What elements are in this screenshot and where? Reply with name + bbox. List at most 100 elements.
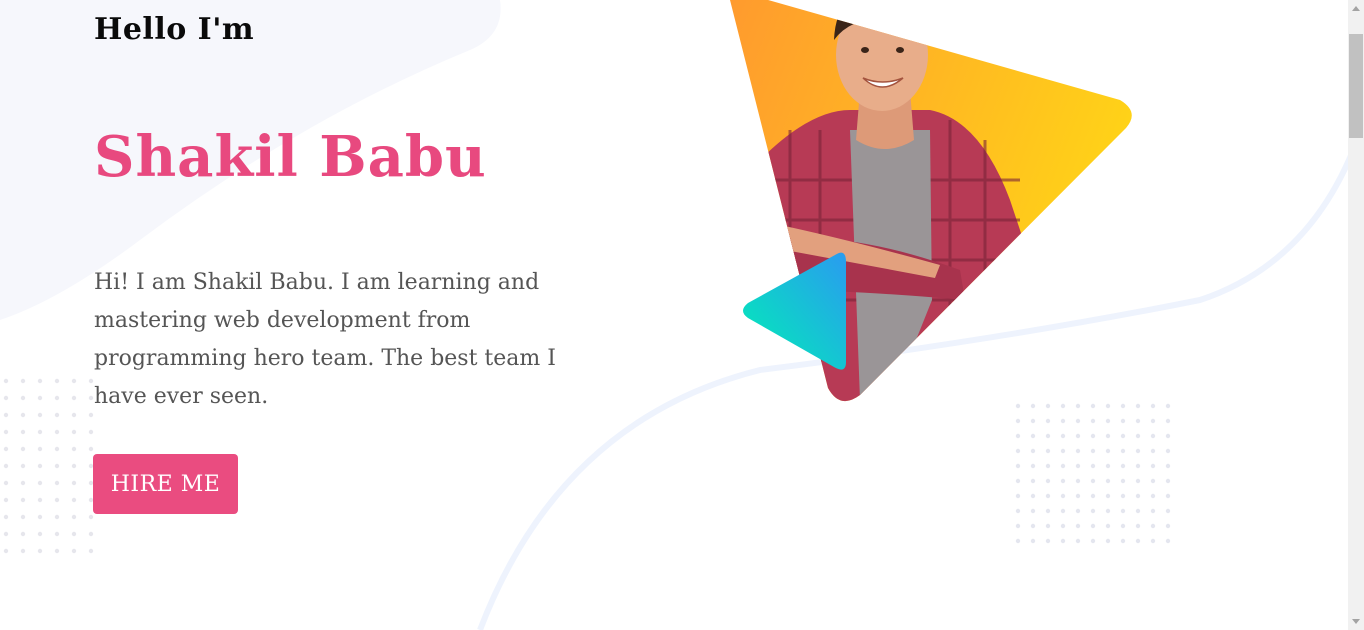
decorative-dot — [1165, 478, 1171, 484]
decorative-dot — [1045, 478, 1051, 484]
decorative-dot — [3, 395, 9, 401]
decorative-dot — [1105, 478, 1111, 484]
decorative-dot — [1120, 463, 1126, 469]
decorative-dot — [1015, 508, 1021, 514]
decorative-dot — [1120, 508, 1126, 514]
decorative-dot — [54, 446, 60, 452]
decorative-dot — [1120, 493, 1126, 499]
decorative-dot — [20, 446, 26, 452]
decorative-dot — [71, 378, 77, 384]
decorative-dot — [37, 429, 43, 435]
decorative-dot — [3, 480, 9, 486]
decorative-dot — [1045, 433, 1051, 439]
vertical-scrollbar[interactable] — [1348, 0, 1364, 630]
decorative-dot — [1150, 493, 1156, 499]
decorative-dot — [1135, 493, 1141, 499]
decorative-dot — [1150, 523, 1156, 529]
decorative-dot — [1045, 538, 1051, 544]
hire-me-button[interactable]: HIRE ME — [93, 454, 238, 514]
decorative-dot — [71, 480, 77, 486]
decorative-dot — [1165, 523, 1171, 529]
portfolio-hero-page: Hello I'm Shakil Babu Hi! I am Shakil Ba… — [0, 0, 1364, 630]
decorative-dot — [3, 378, 9, 384]
scrollbar-thumb[interactable] — [1349, 34, 1363, 138]
scroll-up-arrow-icon[interactable] — [1352, 6, 1360, 11]
decorative-dot — [54, 480, 60, 486]
decorative-dot — [88, 378, 94, 384]
decorative-dot — [1165, 403, 1171, 409]
decorative-dot — [1135, 523, 1141, 529]
decorative-dot — [20, 497, 26, 503]
decorative-dot — [1075, 538, 1081, 544]
decorative-dot — [3, 514, 9, 520]
decorative-dot — [3, 463, 9, 469]
decorative-dot — [1045, 523, 1051, 529]
decorative-dot — [1090, 538, 1096, 544]
decorative-dot — [37, 480, 43, 486]
decorative-dot — [1150, 508, 1156, 514]
decorative-dot — [1045, 493, 1051, 499]
decorative-dot — [1135, 508, 1141, 514]
decorative-dot — [37, 463, 43, 469]
decorative-dot — [37, 531, 43, 537]
decorative-dot — [54, 531, 60, 537]
decorative-dot — [1075, 448, 1081, 454]
decorative-dot — [20, 548, 26, 554]
decorative-dot — [1090, 463, 1096, 469]
intro-paragraph: Hi! I am Shakil Babu. I am learning and … — [94, 270, 556, 409]
decorative-dot — [1090, 523, 1096, 529]
decorative-dot — [54, 429, 60, 435]
decorative-dot — [88, 548, 94, 554]
decorative-dot — [54, 514, 60, 520]
decorative-dot — [1165, 508, 1171, 514]
decorative-dot — [3, 446, 9, 452]
decorative-dot — [54, 497, 60, 503]
decorative-dot — [1045, 508, 1051, 514]
decorative-dot — [1150, 448, 1156, 454]
decorative-dot — [1075, 493, 1081, 499]
decorative-dot — [3, 412, 9, 418]
decorative-dot — [37, 378, 43, 384]
decorative-dot — [71, 412, 77, 418]
decorative-dot — [1090, 493, 1096, 499]
decorative-dot — [1015, 538, 1021, 544]
decorative-dot — [20, 378, 26, 384]
decorative-dot — [71, 395, 77, 401]
decorative-dot — [1090, 508, 1096, 514]
decorative-dot — [20, 514, 26, 520]
decorative-dot — [1030, 463, 1036, 469]
decorative-dot — [1165, 538, 1171, 544]
decorative-dot — [1105, 493, 1111, 499]
decorative-dot — [71, 514, 77, 520]
decorative-dot — [88, 412, 94, 418]
decorative-dot — [1060, 448, 1066, 454]
decorative-dot — [1030, 493, 1036, 499]
decorative-dot — [1165, 433, 1171, 439]
decorative-dot — [1165, 418, 1171, 424]
decorative-dot — [20, 463, 26, 469]
decorative-dot — [1060, 433, 1066, 439]
decorative-dot — [54, 378, 60, 384]
decorative-dot — [1060, 493, 1066, 499]
decorative-dot — [1105, 463, 1111, 469]
decorative-dot — [1105, 523, 1111, 529]
decorative-dot — [1075, 508, 1081, 514]
decorative-dot — [20, 531, 26, 537]
decorative-dot — [1015, 493, 1021, 499]
decorative-dot — [37, 412, 43, 418]
decorative-dot — [1030, 433, 1036, 439]
decorative-dot — [1135, 433, 1141, 439]
decorative-dot — [1030, 508, 1036, 514]
decorative-dot — [71, 548, 77, 554]
decorative-dot — [54, 548, 60, 554]
hero-illustration — [730, 0, 1132, 402]
decorative-dot — [1015, 448, 1021, 454]
decorative-dot — [88, 514, 94, 520]
decorative-dot — [20, 412, 26, 418]
decorative-dot — [88, 429, 94, 435]
decorative-dot — [3, 429, 9, 435]
decorative-dot — [1105, 538, 1111, 544]
decorative-dot — [20, 480, 26, 486]
decorative-dot — [1030, 478, 1036, 484]
scroll-down-arrow-icon[interactable] — [1352, 619, 1360, 624]
